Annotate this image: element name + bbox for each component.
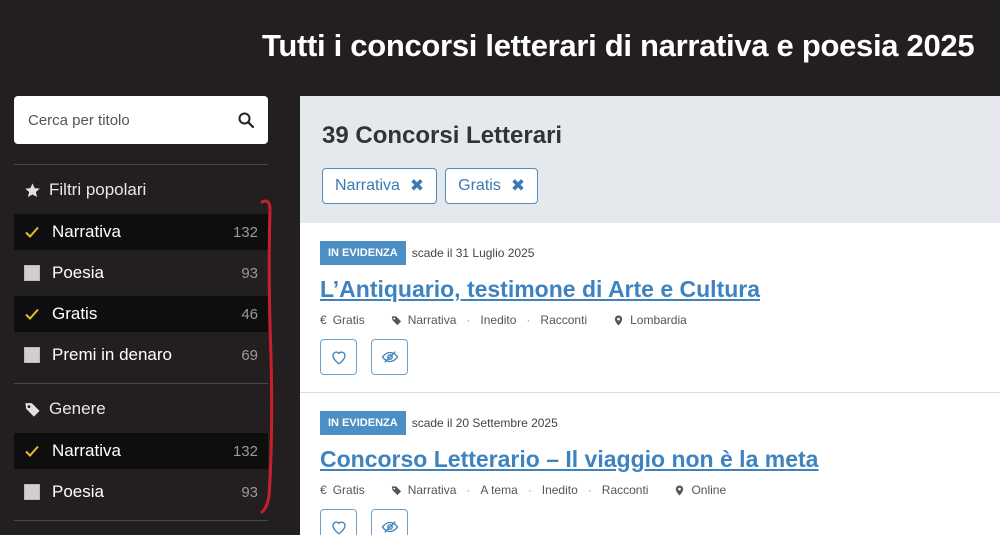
tag: A tema <box>480 483 518 497</box>
close-icon[interactable]: ✖ <box>511 176 525 196</box>
active-filter-chips: Narrativa ✖ Gratis ✖ <box>322 168 539 204</box>
search-icon[interactable] <box>238 112 254 128</box>
filter-label: Poesia <box>52 263 104 282</box>
fee: Gratis <box>332 313 365 327</box>
sidebar-divider <box>14 164 268 165</box>
filter-count: 93 <box>241 483 258 501</box>
filter-label: Poesia <box>52 482 104 501</box>
filter-count: 93 <box>241 264 258 282</box>
chip-label: Gratis <box>458 177 501 194</box>
location: Lombardia <box>630 313 687 327</box>
card-badge-row: In evidenza scade il 31 Luglio 2025 <box>320 241 534 265</box>
checkbox-checked[interactable] <box>24 224 40 240</box>
heart-icon <box>331 521 346 535</box>
eye-slash-icon <box>381 521 398 533</box>
favorite-button[interactable] <box>320 339 357 375</box>
card-separator <box>300 392 1000 393</box>
popular-filters-title: Filtri popolari <box>49 180 147 199</box>
card-actions <box>320 339 408 375</box>
check-icon <box>25 308 39 320</box>
close-icon[interactable]: ✖ <box>410 176 424 196</box>
contest-meta: € Gratis Narrativa · A tema · Inedito · … <box>320 483 727 497</box>
filter-label: Premi in denaro <box>52 345 173 364</box>
tag-icon <box>391 485 401 495</box>
filter-item-narrativa[interactable]: Narrativa 132 <box>14 214 268 250</box>
page-title: Tutti i concorsi letterari di narrativa … <box>262 28 975 63</box>
contest-title-link[interactable]: Concorso Letterario – Il viaggio non è l… <box>320 446 818 473</box>
genre-title: Genere <box>49 399 106 418</box>
check-icon <box>25 445 39 457</box>
chip-gratis[interactable]: Gratis ✖ <box>445 168 539 204</box>
featured-badge: In evidenza <box>320 241 406 265</box>
card-badge-row: In evidenza scade il 20 Settembre 2025 <box>320 411 558 435</box>
hide-button[interactable] <box>371 509 408 535</box>
genre-item-narrativa[interactable]: Narrativa 132 <box>14 433 268 469</box>
tag: Narrativa <box>407 313 457 327</box>
location: Online <box>691 483 727 497</box>
filter-label: Gratis <box>52 304 98 323</box>
tag-icon <box>391 315 401 325</box>
genre-item-poesia[interactable]: Poesia 93 <box>14 474 268 510</box>
filter-item-gratis[interactable]: Gratis 46 <box>14 296 268 332</box>
filter-count: 46 <box>241 305 258 323</box>
filter-item-premi-in-denaro[interactable]: Premi in denaro 69 <box>14 337 268 373</box>
checkbox-unchecked[interactable] <box>24 347 40 363</box>
checkbox-unchecked[interactable] <box>24 265 40 281</box>
eye-slash-icon <box>381 351 398 363</box>
check-icon <box>25 226 39 238</box>
checkbox-unchecked[interactable] <box>24 484 40 500</box>
tag-icon <box>25 402 40 417</box>
tag: Inedito <box>541 483 578 497</box>
tag: Racconti <box>601 483 649 497</box>
heart-icon <box>331 351 346 365</box>
search-input[interactable] <box>28 111 238 129</box>
euro-icon: € <box>320 313 327 327</box>
featured-badge: In evidenza <box>320 411 406 435</box>
results-header: 39 Concorsi Letterari Narrativa ✖ Gratis… <box>300 96 1000 223</box>
contest-title-link[interactable]: L’Antiquario, testimone di Arte e Cultur… <box>320 276 760 303</box>
favorite-button[interactable] <box>320 509 357 535</box>
tag: Racconti <box>540 313 588 327</box>
deadline: scade il 20 Settembre 2025 <box>411 416 558 430</box>
location-pin-icon <box>614 314 623 326</box>
deadline: scade il 31 Luglio 2025 <box>411 246 535 260</box>
hide-button[interactable] <box>371 339 408 375</box>
euro-icon: € <box>320 483 327 497</box>
filter-count: 132 <box>232 442 258 460</box>
filter-label: Narrativa <box>52 222 121 241</box>
chip-label: Narrativa <box>335 177 400 194</box>
results-count: 39 Concorsi Letterari <box>322 122 563 149</box>
sidebar-divider <box>14 383 268 384</box>
star-icon <box>25 182 40 197</box>
filter-count: 132 <box>232 223 258 241</box>
contest-meta: € Gratis Narrativa · Inedito · Racconti … <box>320 313 687 327</box>
fee: Gratis <box>332 483 365 497</box>
filter-label: Narrativa <box>52 441 121 460</box>
filter-item-poesia[interactable]: Poesia 93 <box>14 255 268 291</box>
card-actions <box>320 509 408 535</box>
sidebar-divider <box>14 520 268 521</box>
genre-heading: Genere <box>24 399 106 419</box>
popular-filters-heading: Filtri popolari <box>24 180 146 200</box>
tag: Narrativa <box>407 483 457 497</box>
results-panel: 39 Concorsi Letterari Narrativa ✖ Gratis… <box>300 96 1000 535</box>
search-box[interactable] <box>14 96 268 144</box>
checkbox-checked[interactable] <box>24 443 40 459</box>
location-pin-icon <box>676 484 684 496</box>
filter-count: 69 <box>241 346 258 364</box>
tag: Inedito <box>480 313 517 327</box>
chip-narrativa[interactable]: Narrativa ✖ <box>322 168 438 204</box>
checkbox-checked[interactable] <box>24 306 40 322</box>
